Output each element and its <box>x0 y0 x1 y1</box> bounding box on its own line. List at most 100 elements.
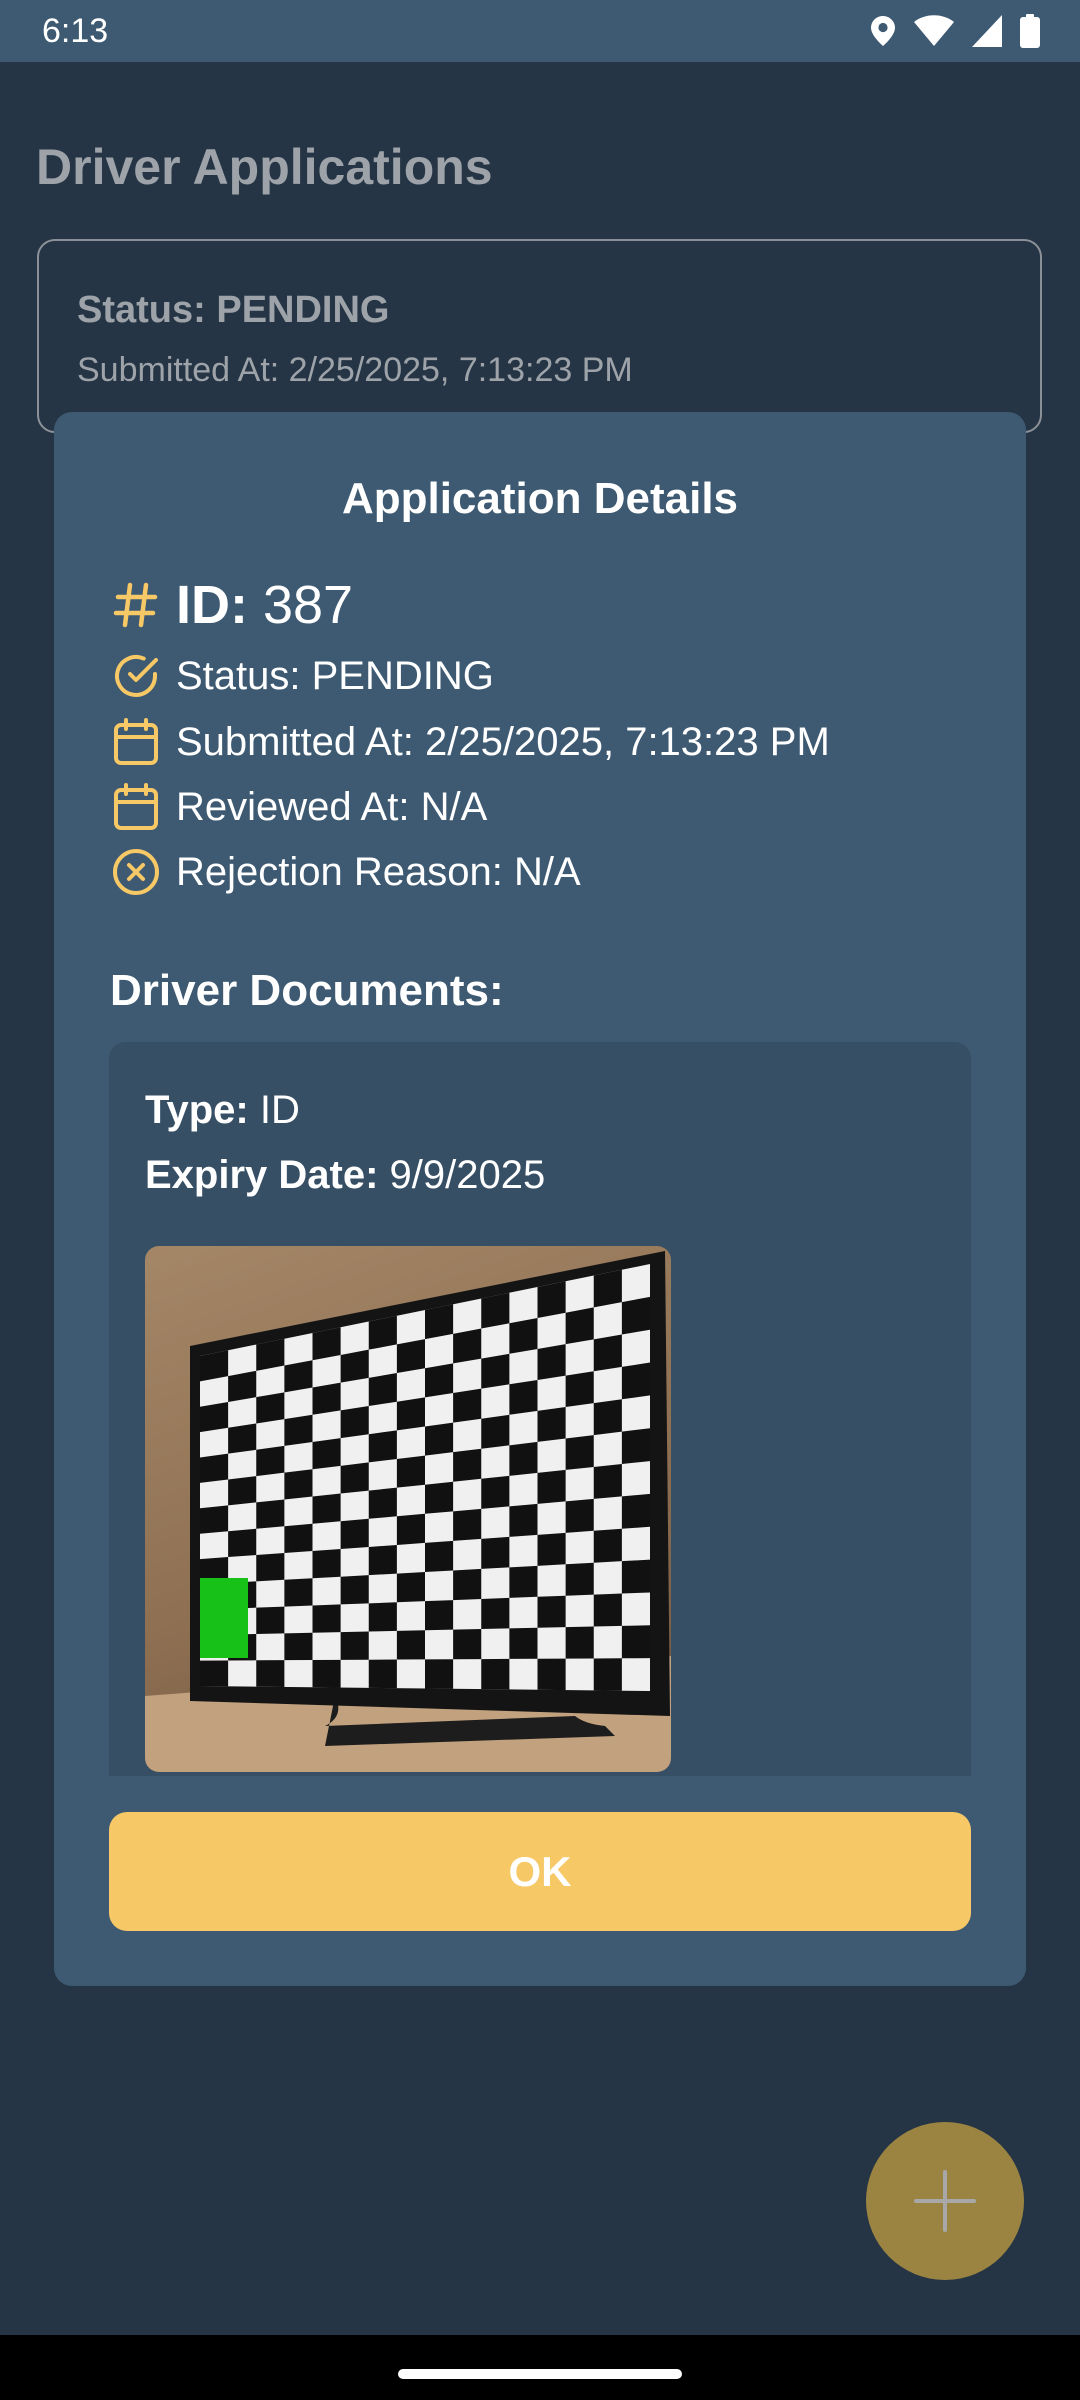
page-title: Driver Applications <box>36 139 493 195</box>
checker-square <box>509 1379 538 1415</box>
checker-square <box>621 1428 650 1465</box>
ok-button[interactable]: OK <box>109 1812 971 1931</box>
document-card: Type: ID Expiry Date: 9/9/2025 <box>109 1042 971 1776</box>
checker-square <box>425 1659 454 1689</box>
checker-square <box>537 1469 566 1504</box>
battery-icon <box>1020 14 1040 48</box>
wifi-icon <box>914 15 954 47</box>
checker-square <box>284 1360 313 1393</box>
detail-status: Status: PENDING <box>176 653 494 698</box>
detail-id-row: ID: 387 <box>110 574 353 636</box>
checker-square <box>565 1498 594 1533</box>
checker-square <box>509 1627 538 1659</box>
checker-square <box>621 1296 650 1335</box>
checker-square <box>228 1476 257 1506</box>
checker-square <box>312 1493 341 1524</box>
checker-square <box>509 1441 538 1476</box>
checker-square <box>200 1453 229 1483</box>
checker-square <box>565 1562 594 1596</box>
detail-submitted-row: Submitted At: 2/25/2025, 7:13:23 PM <box>110 716 830 768</box>
checker-square <box>453 1328 482 1364</box>
x-circle-icon <box>110 846 162 898</box>
checker-square <box>368 1602 397 1632</box>
checker-square <box>509 1503 538 1537</box>
detail-submitted: Submitted At: 2/25/2025, 7:13:23 PM <box>176 719 830 764</box>
status-bar: 6:13 <box>0 0 1080 62</box>
checker-square <box>425 1304 454 1340</box>
checker-square <box>368 1659 397 1689</box>
checker-square <box>284 1632 313 1661</box>
navigation-bar <box>0 2335 1080 2400</box>
checker-square <box>509 1565 538 1598</box>
checker-square <box>593 1269 622 1308</box>
checker-square <box>312 1659 341 1688</box>
plus-icon <box>914 2170 976 2232</box>
document-image[interactable] <box>145 1246 671 1772</box>
checker-square <box>621 1362 650 1400</box>
checker-square <box>340 1575 369 1605</box>
checker-square <box>537 1658 566 1691</box>
document-type-value: ID <box>248 1088 300 1132</box>
checker-square <box>396 1339 425 1374</box>
checker-square <box>593 1334 622 1372</box>
checker-square <box>453 1448 482 1482</box>
checker-square <box>509 1317 538 1354</box>
checker-square <box>396 1630 425 1660</box>
detail-status-row: Status: PENDING <box>110 650 494 702</box>
home-gesture-handle[interactable] <box>398 2369 682 2379</box>
checker-square <box>256 1392 285 1424</box>
checker-square <box>312 1327 341 1361</box>
checker-square <box>312 1604 341 1633</box>
application-details-dialog: Application Details ID: 387 Status: PEND… <box>54 412 1026 1986</box>
cellular-signal-icon <box>972 15 1002 47</box>
checker-square <box>312 1438 341 1470</box>
status-icons <box>870 14 1040 48</box>
checker-square <box>481 1536 510 1569</box>
document-expiry: Expiry Date: 9/9/2025 <box>145 1153 545 1198</box>
calendar-icon <box>110 781 162 833</box>
add-application-button[interactable] <box>866 2122 1024 2280</box>
checker-square <box>340 1631 369 1660</box>
document-photo-monitor <box>145 1251 671 1772</box>
checker-square <box>256 1606 285 1634</box>
application-card[interactable]: Status: PENDING Submitted At: 2/25/2025,… <box>37 239 1042 433</box>
checker-square <box>593 1658 622 1691</box>
location-icon <box>870 15 896 47</box>
checker-square <box>481 1597 510 1630</box>
checker-square <box>593 1464 622 1499</box>
checker-square <box>453 1568 482 1601</box>
check-circle-icon <box>110 650 162 702</box>
status-time: 6:13 <box>42 11 109 50</box>
detail-id: ID: 387 <box>176 574 353 636</box>
checker-square <box>200 1660 229 1687</box>
documents-heading: Driver Documents: <box>110 966 504 1015</box>
dialog-title: Application Details <box>341 474 739 523</box>
checker-square <box>368 1544 397 1576</box>
checker-square <box>537 1407 566 1442</box>
checker-square <box>284 1523 313 1554</box>
checker-square <box>228 1528 257 1558</box>
checker-square <box>256 1445 285 1477</box>
checker-square <box>537 1595 566 1628</box>
checker-square <box>565 1435 594 1470</box>
checker-square <box>256 1553 285 1582</box>
checker-square <box>340 1518 369 1549</box>
checker-square <box>284 1578 313 1607</box>
checker-square <box>396 1572 425 1603</box>
application-card-submitted: Submitted At: 2/25/2025, 7:13:23 PM <box>77 351 633 389</box>
checker-square <box>453 1508 482 1541</box>
checker-square <box>368 1430 397 1463</box>
detail-id-value: 387 <box>247 575 354 635</box>
checker-square <box>425 1600 454 1631</box>
checker-square <box>425 1422 454 1456</box>
checker-square <box>396 1513 425 1545</box>
checker-square <box>537 1281 566 1318</box>
checker-square <box>284 1414 313 1446</box>
checker-square <box>453 1629 482 1660</box>
checker-square <box>565 1626 594 1659</box>
checker-square <box>312 1382 341 1415</box>
detail-reviewed-row: Reviewed At: N/A <box>110 781 487 833</box>
checker-square <box>593 1528 622 1563</box>
checker-square <box>621 1625 650 1659</box>
detail-rejection: Rejection Reason: N/A <box>176 849 581 894</box>
